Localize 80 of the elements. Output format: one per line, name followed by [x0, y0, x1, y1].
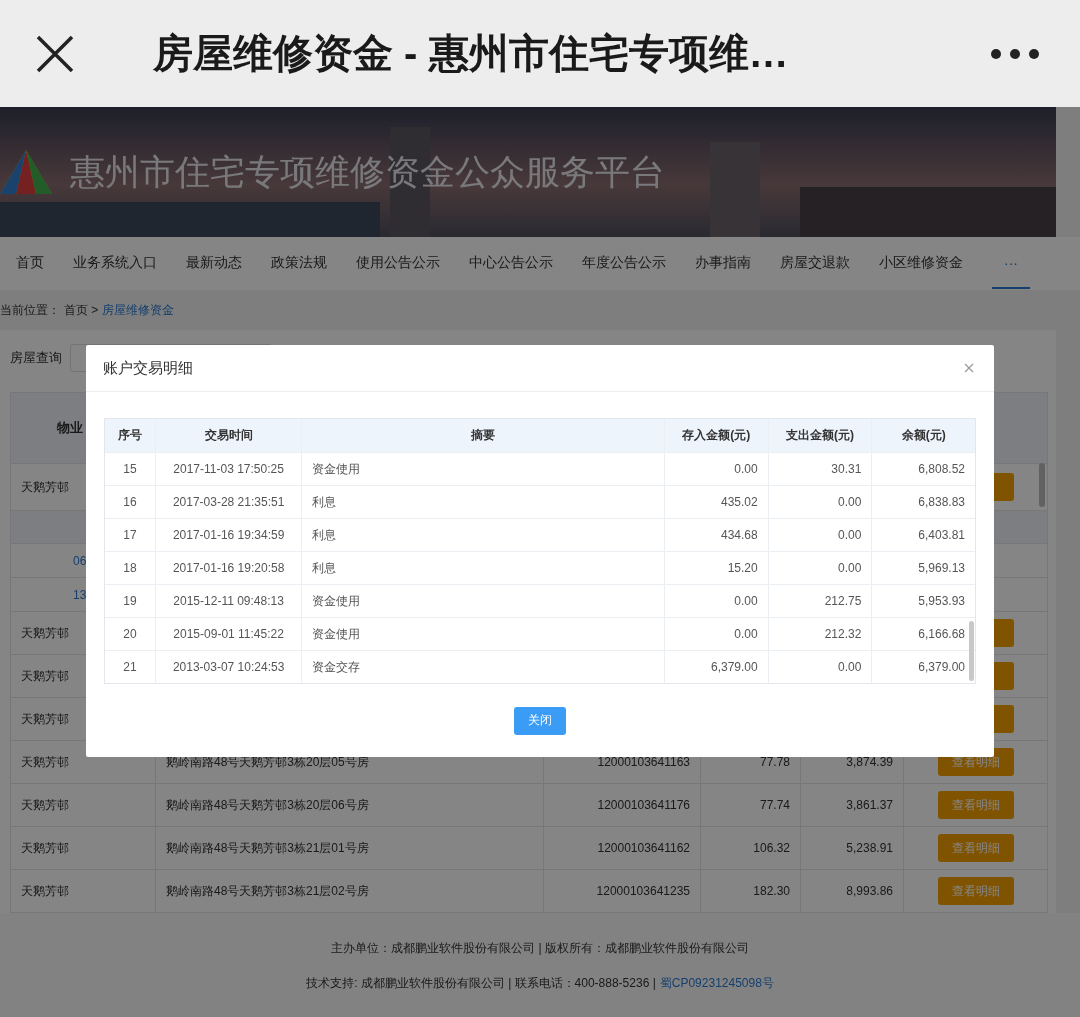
- table-cell: 30.31: [768, 453, 873, 485]
- balance-cell: 3,861.37: [846, 798, 893, 812]
- estate-cell: 天鹅芳邨: [21, 710, 69, 728]
- column-header: 存入金额(元): [665, 419, 769, 452]
- table-cell: 利息: [302, 519, 665, 551]
- table-cell: 2017-01-16 19:20:58: [155, 552, 303, 584]
- column-header: 交易时间: [155, 419, 303, 452]
- account-cell: 12000103641162: [597, 841, 690, 855]
- table-cell-text: 6,808.52: [917, 461, 966, 478]
- table-cell: 2015-09-01 11:45:22: [155, 618, 303, 650]
- table-cell: 资金使用: [302, 618, 665, 650]
- table-cell: 212.75: [768, 585, 873, 617]
- table-cell: 17: [105, 519, 156, 551]
- estate-cell: 天鹅芳邨: [21, 667, 69, 685]
- table-cell: 15: [105, 453, 156, 485]
- page-title: 房屋维修资金 - 惠州市住宅专项维…: [153, 30, 790, 77]
- table-cell: 19: [105, 585, 156, 617]
- estate-cell: 天鹅芳邨: [21, 796, 69, 814]
- table-cell: 资金交存: [302, 651, 665, 683]
- column-header: 摘要: [302, 419, 665, 452]
- estate-cell: 天鹅芳邨: [21, 478, 69, 496]
- table-cell: 6,379.00: [665, 651, 769, 683]
- table-cell-text: 6,379.00: [917, 659, 966, 676]
- table-cell: 0.00: [665, 453, 769, 485]
- account-cell: 12000103641235: [596, 884, 690, 898]
- table-cell: 2017-03-28 21:35:51: [155, 486, 303, 518]
- table-cell: 20: [105, 618, 156, 650]
- table-cell: 212.32: [768, 618, 873, 650]
- column-header: 余额(元): [900, 427, 947, 444]
- table-cell: 16: [105, 486, 156, 518]
- table-cell: 434.68: [665, 519, 769, 551]
- table-cell-text: 6,403.81: [917, 527, 966, 544]
- estate-cell: 天鹅芳邨: [21, 839, 69, 857]
- table-cell-text: 6,838.83: [917, 494, 966, 511]
- account-cell: 12000103641163: [597, 755, 690, 769]
- footer-text: 技术支持: 成都鹏业软件股份有限公司 | 联系电话：400-888-5236 |: [306, 974, 656, 992]
- column-header: 物业: [57, 419, 83, 437]
- table-cell: 15.20: [665, 552, 769, 584]
- table-cell-text: 5,953.93: [917, 593, 966, 610]
- table-cell: 21: [105, 651, 156, 683]
- column-header: 序号: [105, 419, 156, 452]
- table-cell: 0.00: [665, 618, 769, 650]
- table-cell: 资金使用: [302, 453, 665, 485]
- balance-cell: 8,993.86: [846, 884, 893, 898]
- table-cell: 18: [105, 552, 156, 584]
- table-cell: 0.00: [768, 519, 873, 551]
- address-cell: 鹅岭南路48号天鹅芳邨3栋21层01号房: [166, 839, 369, 857]
- area-cell: 77.78: [759, 755, 790, 769]
- search-label: 房屋查询: [10, 349, 62, 367]
- table-cell: 0.00: [768, 651, 873, 683]
- area-cell: 182.30: [753, 884, 790, 898]
- area-cell: 106.32: [753, 841, 790, 855]
- balance-cell: 5,238.91: [846, 841, 893, 855]
- area-cell: 77.74: [759, 798, 790, 812]
- balance-cell: 3,874.39: [846, 755, 893, 769]
- table-cell: 0.00: [768, 552, 873, 584]
- table-cell: 2013-03-07 10:24:53: [155, 651, 303, 683]
- table-cell: 2017-11-03 17:50:25: [155, 453, 303, 485]
- account-cell: 12000103641176: [597, 798, 690, 812]
- breadcrumb-label: 当前位置：: [0, 301, 60, 319]
- table-cell-text: 6,166.68: [917, 626, 966, 643]
- footer-text: 主办单位：成都鹏业软件股份有限公司 | 版权所有：成都鹏业软件股份有限公司: [331, 939, 749, 957]
- table-cell: 2015-12-11 09:48:13: [155, 585, 303, 617]
- table-cell: 利息: [302, 486, 665, 518]
- table-cell: 0.00: [665, 585, 769, 617]
- address-cell: 鹅岭南路48号天鹅芳邨3栋20层06号房: [166, 796, 369, 814]
- platform-title: 惠州市住宅专项维修资金公众服务平台: [70, 150, 665, 193]
- table-cell: 资金使用: [302, 585, 665, 617]
- table-cell: 435.02: [665, 486, 769, 518]
- table-cell-text: 5,969.13: [917, 560, 966, 577]
- address-cell: 鹅岭南路48号天鹅芳邨3栋20层05号房: [166, 753, 369, 771]
- dialog-title: 账户交易明细: [103, 358, 193, 378]
- table-cell: 0.00: [768, 486, 873, 518]
- estate-cell: 天鹅芳邨: [21, 624, 69, 642]
- estate-cell: 天鹅芳邨: [21, 882, 69, 900]
- estate-cell: 天鹅芳邨: [21, 753, 69, 771]
- column-header: 支出金额(元): [768, 419, 873, 452]
- table-cell: 2017-01-16 19:34:59: [155, 519, 303, 551]
- address-cell: 鹅岭南路48号天鹅芳邨3栋21层02号房: [166, 882, 369, 900]
- table-cell: 利息: [302, 552, 665, 584]
